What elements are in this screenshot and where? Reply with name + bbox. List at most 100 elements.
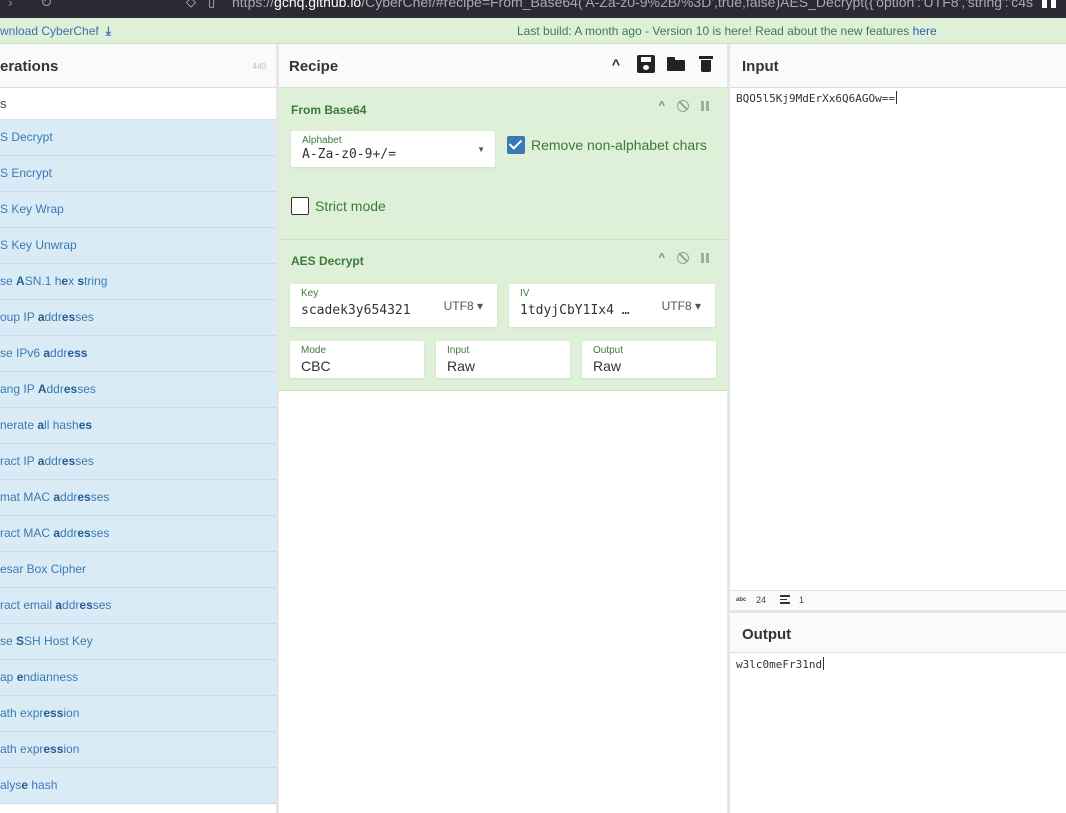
operation-item[interactable]: esar Box Cipher: [0, 552, 276, 588]
url-path: /CyberChef/#recipe=From_Base64('A-Za-z0-…: [361, 0, 1034, 10]
checkbox-unchecked-icon[interactable]: [291, 197, 309, 215]
mode-label: Mode: [301, 345, 327, 356]
breakpoint-icon[interactable]: [701, 101, 709, 111]
input-status-bar: abc 24 1: [730, 590, 1066, 610]
mode-select[interactable]: Mode CBC: [290, 341, 424, 378]
collapse-op-icon[interactable]: ^: [659, 252, 665, 264]
output-header: Output: [730, 613, 1066, 653]
operations-panel: erations 440 s S Decrypt S Encrypt S Key W…: [0, 44, 276, 813]
iv-label: IV: [520, 288, 530, 299]
operation-item[interactable]: ang IP Addresses: [0, 372, 276, 408]
operation-item-match: A: [16, 274, 25, 288]
page-icon[interactable]: ▯: [208, 0, 215, 10]
key-input[interactable]: Key scadek3y654321 UTF8 ▾: [290, 284, 497, 327]
operation-item[interactable]: mat MAC addresses: [0, 480, 276, 516]
browser-toolbar: › ↻ ◇ ▯ https://gchq.github.io/CyberChef…: [0, 0, 1066, 18]
operation-item-label: ses: [75, 310, 94, 324]
operation-item[interactable]: ath expression: [0, 696, 276, 732]
features-link[interactable]: here: [913, 24, 937, 38]
output-title: Output: [742, 626, 792, 643]
output-textarea[interactable]: w3lc0meFr31nd: [736, 657, 824, 671]
operation-item-label: ddr: [60, 490, 78, 504]
operation-item-label: hash: [28, 778, 58, 792]
operation-item[interactable]: S Key Wrap: [0, 192, 276, 228]
collapse-all-icon[interactable]: ^: [607, 55, 625, 73]
breakpoint-icon[interactable]: [701, 253, 709, 263]
recipe-op-from-base64[interactable]: From Base64 ^ Alphabet A-Za-z0-9+/= ▼ Re…: [279, 88, 727, 240]
operation-item[interactable]: nerate all hashes: [0, 408, 276, 444]
download-link[interactable]: wnload CyberChef ⤓: [0, 24, 111, 39]
op-title-aes-decrypt: AES Decrypt: [291, 254, 364, 268]
extension-icon[interactable]: [1042, 0, 1056, 9]
operation-item[interactable]: ath expression: [0, 732, 276, 768]
input-textarea[interactable]: BQO5l5Kj9MdErXx6Q6AGOw==: [736, 91, 897, 105]
operation-item[interactable]: S Decrypt: [0, 120, 276, 156]
build-message-text: Last build: A month ago - Version 10 is …: [517, 24, 913, 38]
operation-item-label: S Decrypt: [0, 130, 53, 144]
operation-item-label: se: [0, 634, 17, 648]
output-format-select[interactable]: Output Raw: [582, 341, 716, 378]
url-prefix: https://: [232, 0, 275, 10]
operation-item[interactable]: se ASN.1 hex string: [0, 264, 276, 300]
disable-op-icon[interactable]: [677, 100, 689, 112]
disable-op-icon[interactable]: [677, 252, 689, 264]
save-recipe-icon[interactable]: [637, 55, 655, 73]
operation-item[interactable]: S Key Unwrap: [0, 228, 276, 264]
key-encoding-dropdown[interactable]: UTF8 ▾: [444, 299, 483, 313]
operations-search-input[interactable]: s: [0, 88, 276, 120]
operation-item-label: ses: [90, 526, 110, 540]
recipe-panel: Recipe ^ From Base64 ^ Alphabet A-Za-z0-…: [279, 44, 727, 813]
operation-item-match: es: [77, 526, 91, 540]
operation-item-label: ses: [75, 454, 94, 468]
forward-icon[interactable]: ›: [8, 0, 13, 10]
input-format-select[interactable]: Input Raw: [436, 341, 570, 378]
operations-list: S Decrypt S Encrypt S Key Wrap S Key Unwrap…: [0, 120, 276, 804]
iv-input[interactable]: IV 1tdyjCbY1Ix4 … UTF8 ▾: [509, 284, 715, 327]
operation-item-match: es: [61, 454, 76, 468]
operations-title: erations: [0, 58, 59, 75]
load-recipe-icon[interactable]: [667, 55, 685, 73]
strict-mode-checkbox[interactable]: Strict mode: [291, 197, 386, 215]
remove-non-alphabet-checkbox[interactable]: Remove non-alphabet chars: [507, 136, 707, 154]
operation-item-label: ses: [90, 490, 110, 504]
operation-item[interactable]: oup IP addresses: [0, 300, 276, 336]
operation-item-match: a: [37, 310, 45, 324]
operation-item-label: ath expr: [0, 742, 44, 756]
io-panel: Input BQO5l5Kj9MdErXx6Q6AGOw== abc 24 1 …: [730, 44, 1066, 813]
operation-item[interactable]: ract MAC addresses: [0, 516, 276, 552]
operation-item-label: ion: [63, 742, 80, 756]
operation-item-label: ll hash: [44, 418, 79, 432]
operation-item[interactable]: ap endianness: [0, 660, 276, 696]
operation-item[interactable]: se SSH Host Key: [0, 624, 276, 660]
operation-item[interactable]: ract email addresses: [0, 588, 276, 624]
clear-recipe-icon[interactable]: [697, 55, 715, 73]
recipe-op-aes-decrypt[interactable]: AES Decrypt ^ Key scadek3y654321 UTF8 ▾ …: [279, 240, 727, 391]
operation-item-label: ddr: [60, 526, 78, 540]
operation-item-label: ddr: [62, 598, 80, 612]
operation-item-match: es: [63, 382, 78, 396]
operation-item-label: ang IP: [0, 382, 38, 396]
operation-item[interactable]: ract IP addresses: [0, 444, 276, 480]
search-value: s: [0, 96, 7, 111]
iv-encoding-dropdown[interactable]: UTF8 ▾: [662, 299, 701, 313]
alphabet-select[interactable]: Alphabet A-Za-z0-9+/= ▼: [291, 131, 495, 167]
operation-item[interactable]: se IPv6 address: [0, 336, 276, 372]
url-bar[interactable]: https://gchq.github.io/CyberChef/#recipe…: [232, 0, 1033, 10]
operation-item[interactable]: S Encrypt: [0, 156, 276, 192]
operation-item-label: esar Box Cipher: [0, 562, 87, 576]
build-message: Last build: A month ago - Version 10 is …: [517, 24, 937, 38]
remove-non-alphabet-label: Remove non-alphabet chars: [531, 137, 707, 153]
operation-item-match: es: [61, 310, 76, 324]
operation-item-match: ess: [67, 346, 88, 360]
operation-item-label: ath expr: [0, 706, 44, 720]
checkbox-checked-icon[interactable]: [507, 136, 525, 154]
operation-item-label: ract IP: [0, 454, 38, 468]
reload-icon[interactable]: ↻: [40, 0, 53, 11]
key-encoding-label: UTF8: [443, 299, 474, 313]
operation-item[interactable]: alyse hash: [0, 768, 276, 804]
collapse-op-icon[interactable]: ^: [659, 100, 665, 112]
shield-icon[interactable]: ◇: [186, 0, 196, 10]
key-label: Key: [301, 288, 319, 299]
output-format-label: Output: [593, 345, 624, 356]
operation-item-label: se IPv6: [0, 346, 44, 360]
